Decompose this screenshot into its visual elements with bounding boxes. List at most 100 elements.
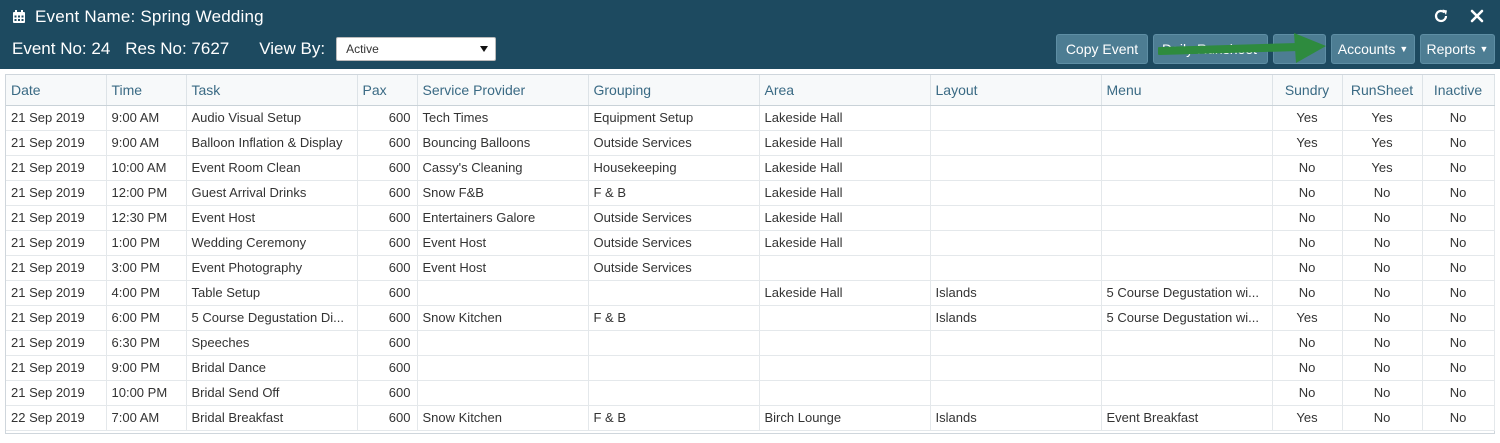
cell-pax: 600 (357, 405, 418, 431)
cell-grouping (588, 380, 760, 406)
table-row[interactable]: 21 Sep 2019 1:00 PM Wedding Ceremony 600 Eve… (6, 230, 1495, 256)
cell-time: 10:00 AM (106, 155, 187, 181)
cell-grouping (588, 330, 760, 356)
cell-time: 6:30 PM (106, 330, 187, 356)
column-header-grouping[interactable]: Grouping (588, 75, 760, 106)
column-header-task[interactable]: Task (186, 75, 358, 106)
cell-layout: Islands (930, 280, 1102, 306)
cell-grouping: F & B (588, 305, 760, 331)
table-row[interactable]: 21 Sep 2019 9:00 PM Bridal Dance 600 No No No (6, 355, 1495, 381)
cell-date: 21 Sep 2019 (6, 230, 107, 256)
cell-time: 3:00 PM (106, 255, 187, 281)
cell-runsheet: No (1342, 405, 1423, 431)
column-header-sundry[interactable]: Sundry (1272, 75, 1343, 106)
toolbar-button[interactable] (1273, 34, 1326, 64)
cell-area: Lakeside Hall (759, 205, 931, 231)
cell-menu (1101, 355, 1273, 381)
column-header-service-provider[interactable]: Service Provider (417, 75, 589, 106)
cell-task: 5 Course Degustation Di... (186, 305, 358, 331)
cell-task: Wedding Ceremony (186, 230, 358, 256)
cell-service-provider (417, 280, 589, 306)
cell-runsheet: No (1342, 305, 1423, 331)
cell-layout (930, 330, 1102, 356)
cell-area (759, 380, 931, 406)
cell-date: 22 Sep 2019 (6, 405, 107, 431)
table-row[interactable]: 22 Sep 2019 7:00 AM Bridal Breakfast 600 Sno… (6, 405, 1495, 431)
column-header-runsheet[interactable]: RunSheet (1342, 75, 1423, 106)
cell-task: Speeches (186, 330, 358, 356)
cell-sundry: No (1272, 180, 1343, 206)
cell-date: 21 Sep 2019 (6, 380, 107, 406)
cell-pax: 600 (357, 230, 418, 256)
cell-runsheet: No (1342, 355, 1423, 381)
accounts-label: Accounts (1337, 41, 1396, 57)
cell-grouping: Outside Services (588, 255, 760, 281)
cell-task: Event Room Clean (186, 155, 358, 181)
cell-task: Audio Visual Setup (186, 105, 358, 131)
column-header-inactive[interactable]: Inactive (1422, 75, 1495, 106)
cell-menu (1101, 380, 1273, 406)
table-row[interactable]: 21 Sep 2019 6:30 PM Speeches 600 No No No (6, 330, 1495, 356)
table-row[interactable]: 21 Sep 2019 10:00 PM Bridal Send Off 600 No N… (6, 380, 1495, 406)
cell-layout (930, 105, 1102, 131)
cell-task: Bridal Dance (186, 355, 358, 381)
cell-runsheet: Yes (1342, 105, 1423, 131)
cell-layout (930, 155, 1102, 181)
column-header-menu[interactable]: Menu (1101, 75, 1273, 106)
cell-sundry: No (1272, 280, 1343, 306)
table-row[interactable]: 21 Sep 2019 3:00 PM Event Photography 600 Ev… (6, 255, 1495, 281)
close-icon[interactable] (1468, 6, 1486, 26)
cell-pax: 600 (357, 180, 418, 206)
table-row[interactable]: 21 Sep 2019 6:00 PM 5 Course Degustation D… (6, 305, 1495, 331)
table-row[interactable]: 21 Sep 2019 12:30 PM Event Host 600 Entertai… (6, 205, 1495, 231)
cell-task: Guest Arrival Drinks (186, 180, 358, 206)
table-row[interactable]: 21 Sep 2019 9:00 AM Audio Visual Setup 600 T… (6, 105, 1495, 131)
view-by-select[interactable]: Active (336, 37, 497, 61)
column-header-time[interactable]: Time (106, 75, 187, 106)
table-row[interactable]: 21 Sep 2019 12:00 PM Guest Arrival Drinks 6… (6, 180, 1495, 206)
cell-layout: Islands (930, 405, 1102, 431)
cell-service-provider: Event Host (417, 230, 589, 256)
cell-sundry: No (1272, 155, 1343, 181)
cell-area (759, 255, 931, 281)
cell-grouping: Outside Services (588, 130, 760, 156)
cell-service-provider (417, 355, 589, 381)
column-header-layout[interactable]: Layout (930, 75, 1102, 106)
cell-sundry: No (1272, 205, 1343, 231)
cell-grouping: F & B (588, 180, 760, 206)
table-row[interactable]: 21 Sep 2019 10:00 AM Event Room Clean 600 Ca… (6, 155, 1495, 181)
accounts-button[interactable]: Accounts ▼ (1331, 34, 1415, 64)
calendar-icon (12, 10, 26, 24)
column-header-date[interactable]: Date (6, 75, 107, 106)
cell-layout (930, 230, 1102, 256)
cell-service-provider (417, 380, 589, 406)
cell-area: Lakeside Hall (759, 230, 931, 256)
table-row[interactable]: 21 Sep 2019 9:00 AM Balloon Inflation & Di… (6, 130, 1495, 156)
cell-pax: 600 (357, 130, 418, 156)
table-row[interactable]: 21 Sep 2019 4:00 PM Table Setup 600 Lakeside… (6, 280, 1495, 306)
cell-area: Lakeside Hall (759, 280, 931, 306)
cell-runsheet: No (1342, 230, 1423, 256)
daily-runsheet-label: Daily Runsheet (1162, 41, 1257, 57)
cell-sundry: No (1272, 330, 1343, 356)
daily-runsheet-button[interactable]: Daily Runsheet (1153, 34, 1268, 64)
reservation-number: Res No: 7627 (125, 39, 230, 58)
cell-area: Birch Lounge (759, 405, 931, 431)
cell-task: Balloon Inflation & Display (186, 130, 358, 156)
cell-menu (1101, 255, 1273, 281)
column-header-pax[interactable]: Pax (357, 75, 418, 106)
refresh-icon[interactable] (1432, 6, 1450, 26)
cell-grouping: Outside Services (588, 205, 760, 231)
cell-time: 12:30 PM (106, 205, 187, 231)
cell-sundry: Yes (1272, 405, 1343, 431)
cell-area: Lakeside Hall (759, 130, 931, 156)
copy-event-button[interactable]: Copy Event (1056, 34, 1148, 64)
reports-button[interactable]: Reports ▼ (1420, 34, 1495, 64)
column-header-area[interactable]: Area (759, 75, 931, 106)
cell-inactive: No (1422, 155, 1495, 181)
event-number: Event No: 24 (12, 39, 111, 58)
cell-inactive: No (1422, 255, 1495, 281)
cell-runsheet: No (1342, 280, 1423, 306)
cell-inactive: No (1422, 355, 1495, 381)
copy-event-label: Copy Event (1065, 41, 1139, 57)
